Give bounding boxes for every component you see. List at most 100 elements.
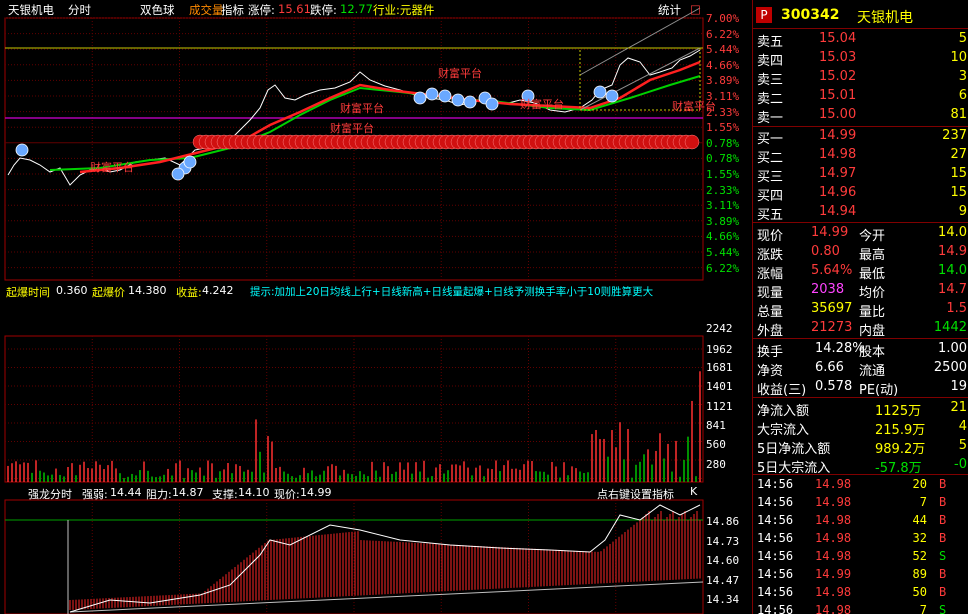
stat-row[interactable]: 净资 6.66 流通 2500	[753, 359, 968, 379]
indicator-menu[interactable]: 指标	[221, 2, 244, 18]
stock-name-label: 天银机电	[8, 3, 54, 17]
tick-price: 14.99	[815, 567, 852, 581]
stat-value: 1442	[933, 320, 967, 335]
stat-value: 1.5	[946, 301, 967, 316]
order-price: 14.97	[819, 166, 857, 181]
intraday-chart-area[interactable]: 天银机电 分时 双色球 成交量 指标 涨停: 15.61 跌停: 12.77 行…	[0, 0, 752, 614]
indicator-double-ball[interactable]: 双色球	[140, 2, 175, 18]
flow-row[interactable]: 净流入额 1125万 21	[753, 399, 968, 419]
p-badge-icon[interactable]: P	[756, 7, 772, 23]
stat-row[interactable]: 涨跌 0.80 最高 14.9	[753, 243, 968, 263]
stat-row[interactable]: 现价 14.99 今开 14.0	[753, 224, 968, 244]
tick-time: 14:56	[757, 477, 794, 491]
buy-level-row[interactable]: 买五 14.94 9	[753, 203, 968, 223]
blue-ball-icon	[593, 85, 607, 99]
percent-tick-label: 1.55%	[706, 121, 740, 135]
stat-value: 0.80	[811, 244, 840, 259]
limit-down-label: 跌停:	[310, 3, 337, 17]
tick-row[interactable]: 14:56 14.99 89 B	[753, 566, 968, 585]
sell-level-row[interactable]: 卖四 15.03 10	[753, 49, 968, 69]
tick-volume: 20	[912, 477, 927, 491]
lower-tick-label: 14.60	[706, 554, 740, 567]
flow-value: 215.9万	[875, 423, 926, 438]
tick-row[interactable]: 14:56 14.98 52 S	[753, 548, 968, 567]
percent-tick-label: 0.78%	[706, 136, 740, 150]
chart-header: 天银机电 分时 双色球 成交量 指标 涨停: 15.61 跌停: 12.77 行…	[0, 0, 752, 18]
settings-hint[interactable]: 点右键设置指标	[597, 486, 674, 502]
order-volume: 9	[958, 204, 967, 219]
stat-value: 35697	[811, 301, 853, 316]
volume-tick-label: 1681	[706, 361, 733, 374]
stat-row[interactable]: 收益(三) 0.578 PE(动) 19	[753, 378, 968, 398]
blue-ball-icon	[15, 143, 29, 157]
flow-row[interactable]: 5日净流入额 989.2万 5	[753, 437, 968, 457]
volume-tick-label: 1401	[706, 380, 733, 393]
flow-row[interactable]: 大宗流入 215.9万 4	[753, 418, 968, 438]
tick-time: 14:56	[757, 585, 794, 599]
stats-button[interactable]: 统计	[658, 2, 681, 18]
tick-price: 14.98	[815, 477, 852, 491]
stat-value: 0.578	[815, 379, 853, 394]
flow-row[interactable]: 5日大宗流入 -57.8万 -0	[753, 456, 968, 476]
flow-value: 1125万	[875, 404, 922, 419]
order-price: 15.01	[819, 88, 857, 103]
order-volume: 5	[958, 31, 967, 46]
tick-row[interactable]: 14:56 14.98 7 B	[753, 494, 968, 513]
indicator-volume[interactable]: 成交量	[189, 2, 224, 18]
mode-tab[interactable]: 分时	[68, 2, 91, 18]
stat-row[interactable]: 涨幅 5.64% 最低 14.0	[753, 262, 968, 282]
stat-row[interactable]: 外盘 21273 内盘 1442	[753, 319, 968, 339]
buy-level-row[interactable]: 买二 14.98 27	[753, 146, 968, 166]
sell-level-row[interactable]: 卖一 15.00 81	[753, 106, 968, 126]
stat-value: 14.28%	[815, 341, 865, 356]
stat-row[interactable]: 换手 14.28% 股本 1.00	[753, 340, 968, 360]
stock-code: 300342	[781, 7, 840, 23]
tick-row[interactable]: 14:56 14.98 7 S	[753, 602, 968, 614]
stat-value: 6.66	[815, 360, 844, 375]
buy-level-row[interactable]: 买三 14.97 15	[753, 165, 968, 185]
percent-tick-label: 4.66%	[706, 230, 740, 244]
sell-level-row[interactable]: 卖三 15.02 3	[753, 68, 968, 88]
industry-label: 行业:元器件	[373, 3, 435, 17]
stock-name: 天银机电	[857, 10, 913, 26]
strength-label: 强弱:	[82, 488, 108, 501]
tick-row[interactable]: 14:56 14.98 50 B	[753, 584, 968, 603]
buy-level-row[interactable]: 买四 14.96 15	[753, 184, 968, 204]
stat-label: 净资	[757, 364, 784, 379]
flow-extra: 21	[950, 400, 967, 415]
tick-time: 14:56	[757, 531, 794, 545]
order-price: 15.00	[819, 107, 857, 122]
tick-side: B	[939, 495, 947, 509]
profit-label: 收益:	[176, 286, 202, 299]
stat-row[interactable]: 总量 35697 量比 1.5	[753, 300, 968, 320]
stat-label: PE(动)	[859, 383, 899, 398]
sell-level-row[interactable]: 卖二 15.01 6	[753, 87, 968, 107]
tick-time: 14:56	[757, 567, 794, 581]
buy-level-row[interactable]: 买一 14.99 237	[753, 127, 968, 147]
tick-time: 14:56	[757, 495, 794, 509]
stat-label: 换手	[757, 345, 784, 360]
stat-label: 涨跌	[757, 248, 784, 263]
tick-price: 14.98	[815, 513, 852, 527]
window-restore-icon[interactable]: □	[690, 2, 701, 16]
order-volume: 81	[950, 107, 967, 122]
tick-row[interactable]: 14:56 14.98 44 B	[753, 512, 968, 531]
volume-tick-label: 2242	[706, 322, 733, 335]
tick-row[interactable]: 14:56 14.98 32 B	[753, 530, 968, 549]
stat-value: 14.9	[938, 244, 967, 259]
stat-label: 现量	[757, 286, 784, 301]
collapse-icon[interactable]: K	[690, 485, 697, 498]
order-price: 14.94	[819, 204, 857, 219]
stat-label: 量比	[859, 305, 886, 320]
stat-label: 股本	[859, 345, 886, 360]
tick-side: S	[939, 549, 947, 563]
chart-canvas[interactable]	[0, 0, 752, 614]
blue-ball-icon	[451, 93, 465, 107]
tick-row[interactable]: 14:56 14.98 20 B	[753, 476, 968, 495]
percent-tick-label: 4.66%	[706, 58, 740, 72]
platform-annotation: 财富平台	[330, 122, 374, 135]
flow-label: 5日净流入额	[757, 442, 831, 457]
sell-level-row[interactable]: 卖五 15.04 5	[753, 30, 968, 50]
stat-row[interactable]: 现量 2038 均价 14.7	[753, 281, 968, 301]
volume-tick-label: 841	[706, 419, 726, 432]
